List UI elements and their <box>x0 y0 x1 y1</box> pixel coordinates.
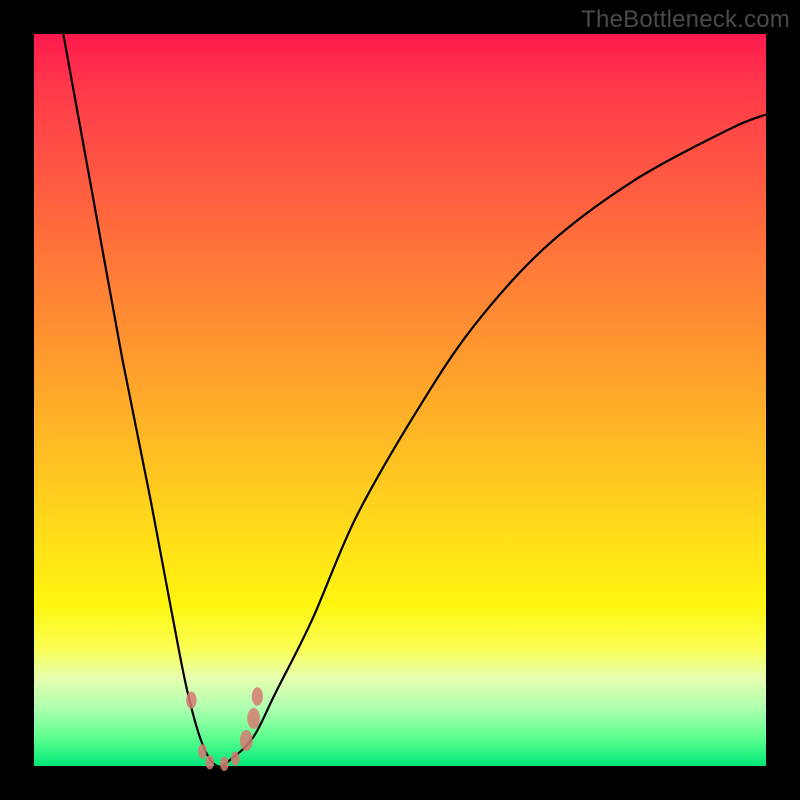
watermark-text: TheBottleneck.com <box>581 6 790 34</box>
curve-marker <box>198 744 207 758</box>
curve-marker <box>186 692 196 709</box>
bottleneck-curve-svg <box>34 34 766 766</box>
curve-marker <box>240 730 253 751</box>
curve-marker <box>220 757 229 771</box>
bottleneck-curve-path <box>63 34 766 767</box>
chart-plot-area <box>34 34 766 766</box>
curve-marker <box>252 687 263 705</box>
curve-marker <box>247 708 260 729</box>
curve-marker <box>231 752 240 766</box>
curve-marker <box>205 755 214 769</box>
